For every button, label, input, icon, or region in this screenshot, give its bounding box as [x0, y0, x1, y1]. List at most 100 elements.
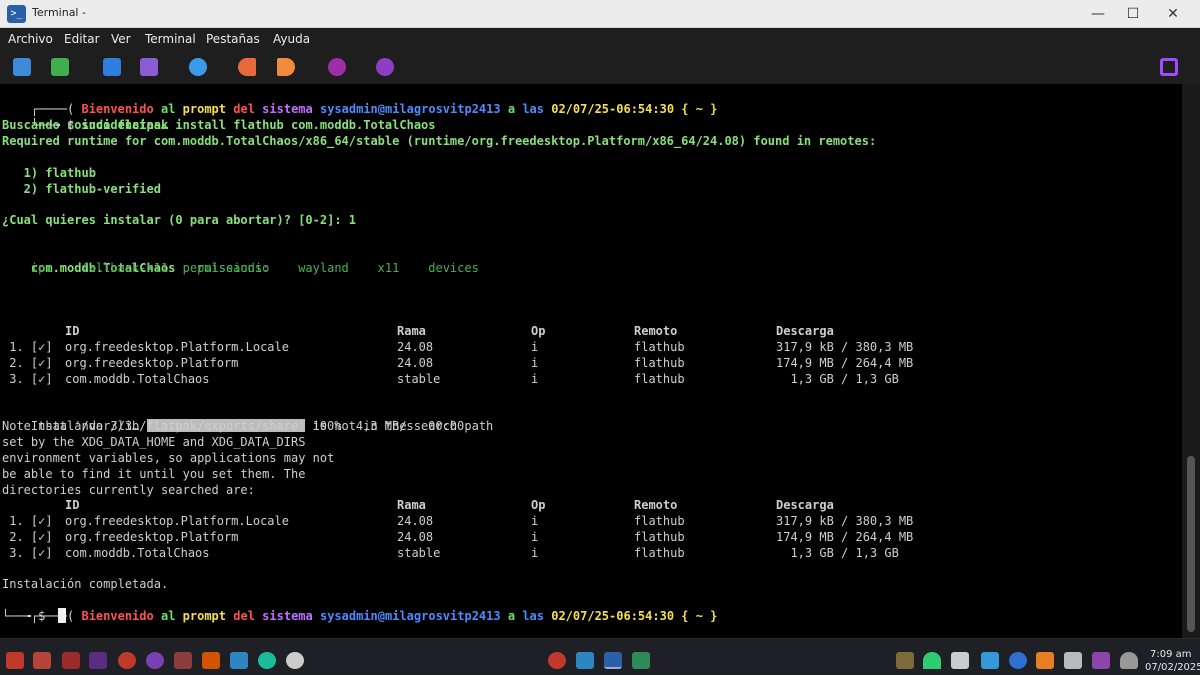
text-editor-icon[interactable] — [140, 58, 158, 76]
table-cell-remoto: flathub — [634, 514, 685, 528]
table-cell-op: i — [531, 356, 539, 370]
home-folder-icon[interactable] — [632, 652, 650, 669]
prompt-line: ┌────( Bienvenido al prompt del sistema … — [30, 609, 718, 623]
table-cell-rama: 24.08 — [397, 340, 434, 354]
chrome-icon[interactable] — [286, 652, 304, 669]
table-cell-descarga: 317,9 kB / 380,3 MB — [776, 514, 914, 528]
menu-bar: Archivo Editar Ver Terminal Pestañas Ayu… — [0, 28, 1200, 50]
files-icon[interactable] — [62, 652, 80, 669]
table-cell-op: i — [531, 372, 539, 386]
terminal-running-icon[interactable] — [604, 652, 622, 669]
table-cell-descarga: 174,9 MB / 264,4 MB — [776, 530, 914, 544]
table-cell-op: i — [531, 530, 539, 544]
col-header-id: ID — [65, 324, 80, 338]
right-arrow-icon[interactable] — [277, 58, 295, 76]
menu-ver[interactable]: Ver — [111, 32, 131, 46]
browser-icon[interactable] — [258, 652, 276, 669]
menu-pestanas[interactable]: Pestañas — [206, 32, 260, 46]
left-arrow-icon[interactable] — [238, 58, 256, 76]
menu-terminal[interactable]: Terminal — [145, 32, 196, 46]
searching-text: Buscando coincidencias… — [2, 118, 169, 132]
terminal-scrollbar[interactable] — [1182, 84, 1200, 638]
command-line: └──╼ $ sudo flatpak install flathub com.… — [30, 118, 436, 132]
apps-icon[interactable] — [13, 58, 31, 76]
help-icon[interactable] — [376, 58, 394, 76]
col-header-descarga: Descarga — [776, 324, 834, 338]
remote-option-1: 1) flathub — [2, 166, 96, 180]
terminal-app-icon: >_ — [7, 5, 26, 23]
menu-editar[interactable]: Editar — [64, 32, 100, 46]
toolbar — [0, 50, 1200, 84]
note-line: environment variables, so applications m… — [2, 451, 335, 465]
app-launcher-icon[interactable] — [6, 652, 24, 669]
table-cell-rama: 24.08 — [397, 356, 434, 370]
table-cell-rama: 24.08 — [397, 514, 434, 528]
table-cell-remoto: flathub — [634, 372, 685, 386]
note-line: be able to find it until you set them. T… — [2, 467, 306, 481]
table-cell-op: i — [531, 340, 539, 354]
bluetooth-icon[interactable] — [1009, 652, 1027, 669]
telegram-running-icon[interactable] — [576, 652, 594, 669]
table-cell-descarga: 1,3 GB / 1,3 GB — [776, 546, 899, 560]
workspace-icon[interactable] — [1092, 652, 1110, 669]
clock-date[interactable]: 07/02/2025 — [1145, 662, 1200, 673]
note-line: set by the XDG_DATA_HOME and XDG_DATA_DI… — [2, 435, 306, 449]
menu-archivo[interactable]: Archivo — [8, 32, 53, 46]
final-prompt: └──╼ $ — [2, 609, 53, 623]
wifi-icon[interactable] — [923, 652, 941, 669]
table-cell-id: org.freedesktop.Platform — [65, 530, 239, 544]
table-cell-remoto: flathub — [634, 546, 685, 560]
table-row: 3. [✓] — [2, 546, 53, 560]
install-progress-line: Instalando 3/3… 100% 4,3 MB/s 00:00 — [30, 419, 465, 433]
minimize-button[interactable]: — — [1080, 2, 1116, 26]
taskbar: 7:09 am 07/02/2025 — [0, 638, 1200, 675]
table-row: 2. [✓] — [2, 530, 53, 544]
record-app-icon[interactable] — [548, 652, 566, 669]
permissions-list: ipc fallback-x11 pulseaudio wayland x11 … — [2, 261, 479, 275]
permissions-header: com.moddb.TotalChaos permissions: — [30, 261, 270, 275]
col-header-remoto: Remoto — [634, 324, 678, 338]
eject-icon[interactable] — [951, 652, 969, 669]
table-cell-rama: stable — [397, 546, 441, 560]
text-cursor — [58, 608, 66, 623]
search-icon[interactable] — [189, 58, 207, 76]
terminal-icon[interactable] — [89, 652, 107, 669]
editor-icon[interactable] — [118, 652, 136, 669]
title-bar: >_ Terminal - — ☐ ✕ — [0, 0, 1200, 28]
maximize-button[interactable]: ☐ — [1115, 2, 1151, 26]
col-header-op: Op — [531, 324, 546, 338]
table-cell-id: com.moddb.TotalChaos — [65, 546, 210, 560]
close-button[interactable]: ✕ — [1155, 2, 1191, 26]
note-line: Note that '/var/lib/flatpak/exports/shar… — [2, 419, 494, 433]
window-title: Terminal - — [32, 6, 86, 19]
terminal-output[interactable]: ┌────( Bienvenido al prompt del sistema … — [0, 84, 1182, 638]
files-icon[interactable] — [103, 58, 121, 76]
table-row: 1. [✓] — [2, 514, 53, 528]
volume-icon[interactable] — [1064, 652, 1082, 669]
clock-time[interactable]: 7:09 am — [1150, 649, 1192, 660]
settings-icon[interactable] — [328, 58, 346, 76]
keyboard-layout-icon[interactable] — [1036, 652, 1054, 669]
grid-app-icon[interactable] — [202, 652, 220, 669]
desktop-icon[interactable] — [33, 652, 51, 669]
prompt-line: ┌────( Bienvenido al prompt del sistema … — [30, 102, 718, 116]
grid-icon[interactable] — [51, 58, 69, 76]
col-header-rama: Rama — [397, 498, 426, 512]
table-cell-descarga: 174,9 MB / 264,4 MB — [776, 356, 914, 370]
telegram-icon[interactable] — [230, 652, 248, 669]
fullscreen-icon[interactable] — [1160, 58, 1178, 76]
table-cell-id: org.freedesktop.Platform.Locale — [65, 340, 289, 354]
install-complete-text: Instalación completada. — [2, 577, 169, 591]
menu-ayuda[interactable]: Ayuda — [273, 32, 310, 46]
table-row: 2. [✓] — [2, 356, 53, 370]
col-header-rama: Rama — [397, 324, 426, 338]
notifications-icon[interactable] — [1120, 652, 1138, 669]
network-tool-icon[interactable] — [174, 652, 192, 669]
scrollbar-thumb[interactable] — [1187, 456, 1195, 632]
media-icon[interactable] — [146, 652, 164, 669]
table-cell-op: i — [531, 546, 539, 560]
telegram-tray-icon[interactable] — [981, 652, 999, 669]
note-line: directories currently searched are: — [2, 483, 255, 497]
battery-icon[interactable] — [896, 652, 914, 669]
table-cell-op: i — [531, 514, 539, 528]
